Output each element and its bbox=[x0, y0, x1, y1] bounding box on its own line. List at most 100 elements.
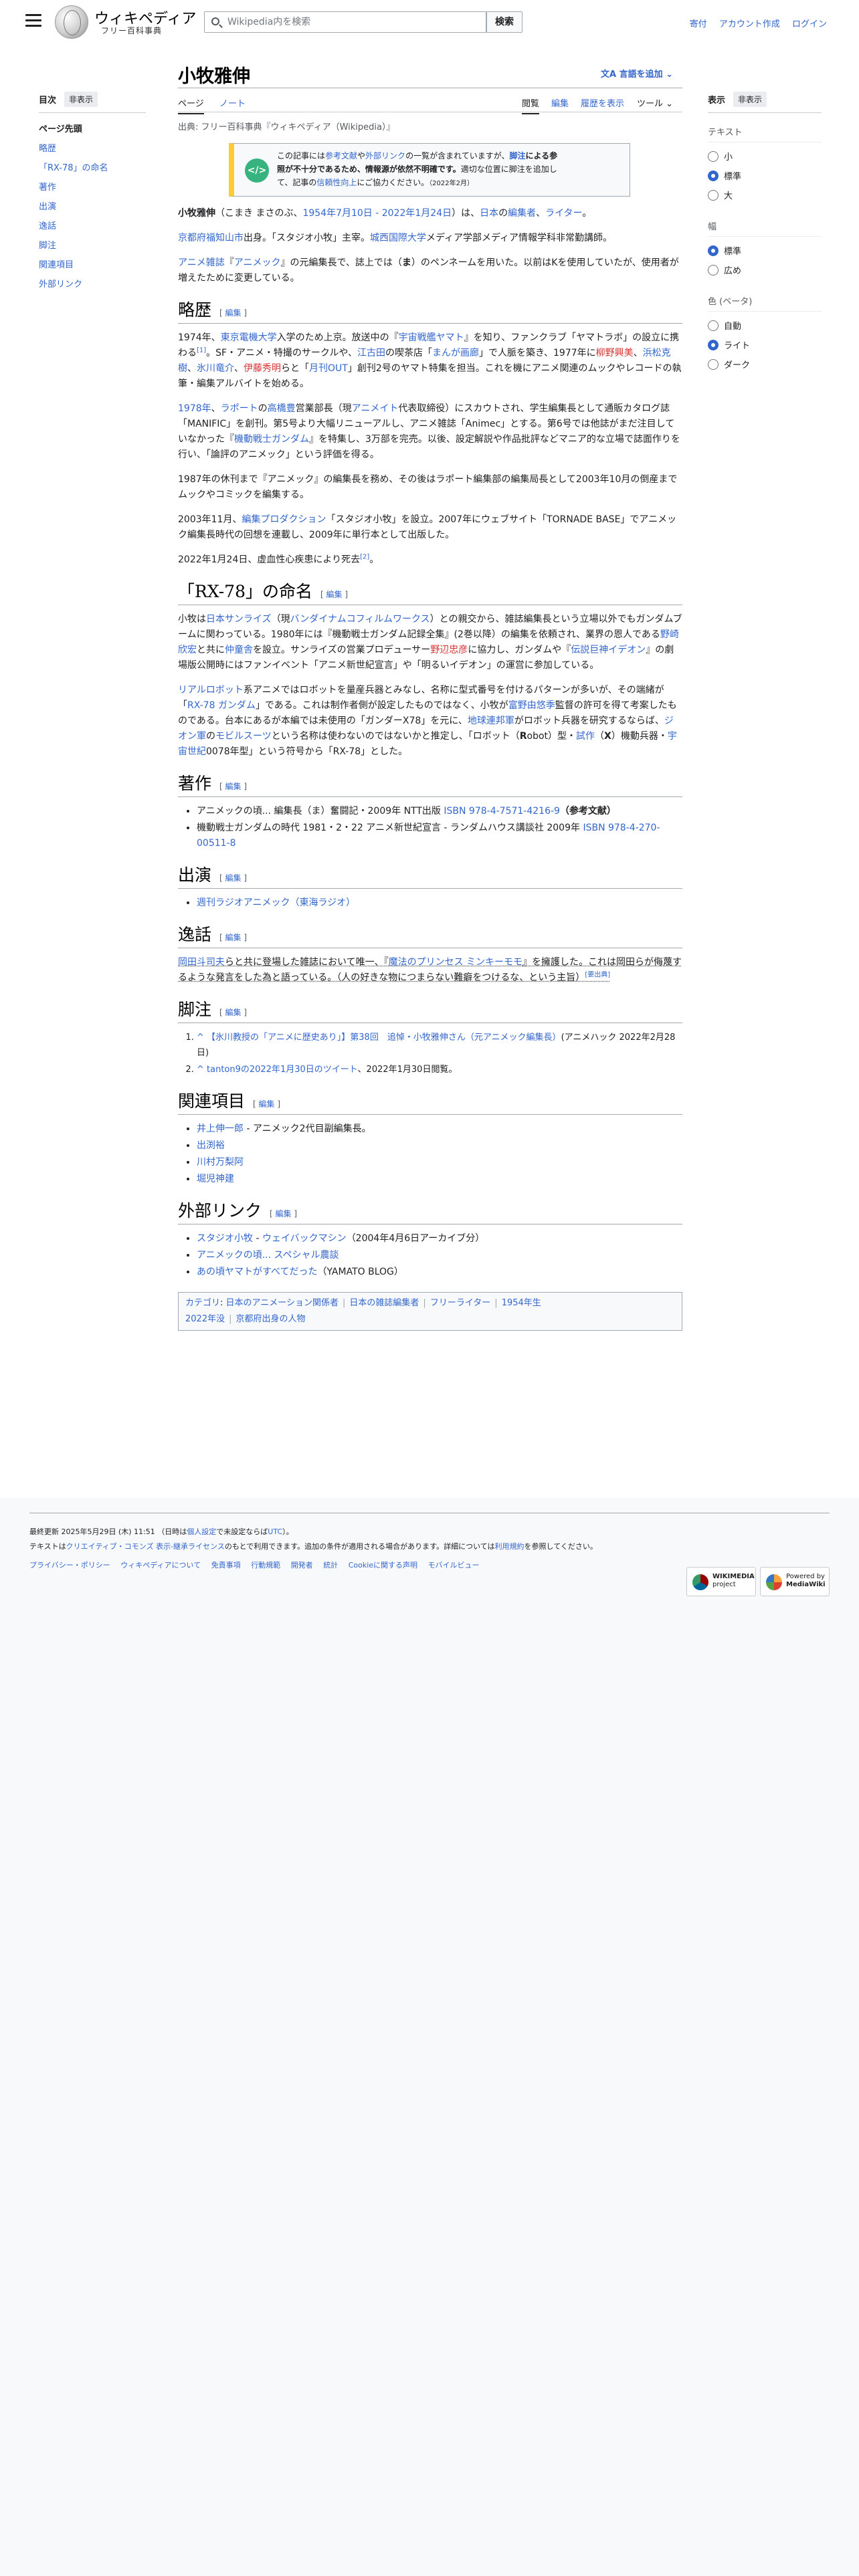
section-heading-notes: 脚注[ 編集 ] bbox=[178, 1001, 682, 1023]
appearances-list: 週刊ラジオアニメック（東海ラジオ） bbox=[197, 895, 682, 911]
toc-header: 目次 非表示 bbox=[39, 92, 146, 113]
footnote-ref-1[interactable]: [1] bbox=[197, 346, 206, 354]
tab-talk[interactable]: ノート bbox=[219, 96, 246, 109]
toc-item-rx78[interactable]: 「RX-78」の命名 bbox=[39, 163, 108, 173]
rx78-paragraph-1: 小牧は日本サンライズ（現バンダイナムコフィルムワークス）との親交から、雑誌編集長… bbox=[178, 614, 682, 671]
footer-links: プライバシー・ポリシー ウィキペディアについて 免責事項 行動規範 開発者 統計… bbox=[29, 1558, 685, 1573]
edit-section-related[interactable]: 編集 bbox=[259, 1099, 275, 1109]
text-size-standard[interactable]: 標準 bbox=[708, 166, 822, 185]
edit-section-external[interactable]: 編集 bbox=[276, 1209, 292, 1218]
list-item: 機動戦士ガンダムの時代 1981・2・22 アニメ新世紀宣言 - ランダムハウス… bbox=[197, 821, 682, 851]
color-dark[interactable]: ダーク bbox=[708, 354, 822, 374]
main-menu-icon[interactable] bbox=[25, 14, 41, 27]
search-box bbox=[204, 11, 486, 33]
wikimedia-icon bbox=[692, 1574, 708, 1590]
history-paragraph-4: 2003年11月、編集プロダクション「スタジオ小牧」を設立。2007年にウェブサ… bbox=[178, 514, 677, 540]
history-paragraph-5: 2022年1月24日、虚血性心疾患により死去[2]。 bbox=[178, 553, 379, 565]
toc-item-appearances[interactable]: 出演 bbox=[39, 202, 56, 212]
section-heading-related: 関連項目[ 編集 ] bbox=[178, 1093, 682, 1115]
color-auto[interactable]: 自動 bbox=[708, 316, 822, 335]
edit-section-notes[interactable]: 編集 bbox=[225, 1008, 242, 1017]
search-input[interactable] bbox=[227, 13, 482, 31]
login-link[interactable]: ログイン bbox=[792, 19, 827, 29]
text-size-small[interactable]: 小 bbox=[708, 146, 822, 166]
category-label[interactable]: カテゴリ bbox=[185, 1298, 220, 1308]
page-title: 小牧雅伸 bbox=[178, 66, 250, 87]
maintenance-notice: </> この記事には参考文献や外部リンクの一覧が含まれていますが、脚注による参照… bbox=[229, 143, 630, 197]
article-body: 小牧雅伸（こまき まさのぶ、1954年7月10日 - 2022年1月24日）は、… bbox=[178, 206, 682, 1331]
section-heading-appearances: 出演[ 編集 ] bbox=[178, 867, 682, 889]
footer-link-disclaimer[interactable]: 免責事項 bbox=[211, 1561, 241, 1570]
width-wide[interactable]: 広め bbox=[708, 260, 822, 280]
notice-link-references[interactable]: 参考文献 bbox=[325, 151, 357, 160]
add-languages-button[interactable]: 文A 言語を追加 ⌄ bbox=[601, 67, 673, 80]
list-item: アニメックの頃... スペシャル農談 bbox=[197, 1248, 682, 1263]
width-standard[interactable]: 標準 bbox=[708, 241, 822, 260]
appearance-title: 表示 bbox=[708, 96, 726, 106]
text-size-large[interactable]: 大 bbox=[708, 185, 822, 205]
edit-section-anecdotes[interactable]: 編集 bbox=[225, 933, 242, 942]
works-list: アニメックの頃... 編集長（ま）奮闘記・2009年 NTT出版 ISBN 97… bbox=[197, 804, 682, 851]
personal-tools: 寄付 アカウント作成 ログイン bbox=[680, 17, 827, 29]
birthplace-paragraph: 京都府福知山市出身。「スタジオ小牧」主宰。城西国際大学メディア学部メディア情報学… bbox=[178, 233, 613, 243]
toc-item-external[interactable]: 外部リンク bbox=[39, 280, 82, 290]
section-heading-anecdotes: 逸話[ 編集 ] bbox=[178, 926, 682, 948]
notice-link-external[interactable]: 外部リンク bbox=[365, 151, 405, 160]
footer-link-developers[interactable]: 開発者 bbox=[291, 1561, 313, 1570]
appearance-header: 表示 非表示 bbox=[708, 92, 822, 113]
section-heading-external: 外部リンク[ 編集 ] bbox=[178, 1202, 682, 1224]
toc-item-related[interactable]: 関連項目 bbox=[39, 260, 74, 270]
tab-tools[interactable]: ツール ⌄ bbox=[637, 96, 673, 109]
toc-hide-button[interactable]: 非表示 bbox=[64, 92, 98, 107]
footer-link-conduct[interactable]: 行動規範 bbox=[251, 1561, 280, 1570]
footer-link-about[interactable]: ウィキペディアについて bbox=[120, 1561, 201, 1570]
edit-section-works[interactable]: 編集 bbox=[225, 782, 242, 791]
edit-section-appearances[interactable]: 編集 bbox=[225, 873, 242, 883]
lead-paragraph: 小牧雅伸（こまき まさのぶ、1954年7月10日 - 2022年1月24日）は、… bbox=[178, 208, 592, 219]
create-account-link[interactable]: アカウント作成 bbox=[719, 19, 780, 29]
footer-link-mobile[interactable]: モバイルビュー bbox=[428, 1561, 480, 1570]
section-heading-works: 著作[ 編集 ] bbox=[178, 775, 682, 797]
wikimedia-badge[interactable]: WIKIMEDIA project bbox=[686, 1567, 756, 1596]
toc-item-notes[interactable]: 脚注 bbox=[39, 241, 56, 251]
rx78-paragraph-2: リアルロボット系アニメではロボットを量産兵器とみなし、名称に型式番号を付けるパタ… bbox=[178, 685, 677, 757]
toc-item-works[interactable]: 著作 bbox=[39, 183, 56, 193]
license-text: テキストはクリエイティブ・コモンズ 表示-継承ライセンスのもとで利用できます。追… bbox=[29, 1542, 597, 1551]
mediawiki-badge[interactable]: Powered by MediaWiki bbox=[760, 1567, 830, 1596]
tab-history[interactable]: 履歴を表示 bbox=[581, 96, 624, 109]
notice-link-footnotes[interactable]: 脚注 bbox=[509, 151, 525, 160]
list-item: 井上伸一郎 - アニメック2代目副編集長。 bbox=[197, 1121, 682, 1137]
footer-link-privacy[interactable]: プライバシー・ポリシー bbox=[29, 1561, 110, 1570]
list-item: 出渕裕 bbox=[197, 1138, 682, 1154]
page-tabs: ページ ノート 閲覧 編集 履歴を表示 ツール ⌄ bbox=[178, 94, 682, 114]
category-box: カテゴリ: 日本のアニメーション関係者 | 日本の雑誌編集者 | フリーライター | 195… bbox=[178, 1292, 682, 1331]
history-paragraph-1: 1974年、東京電機大学入学のため上京。放送中の『宇宙戦艦ヤマト』を知り、ファン… bbox=[178, 332, 682, 389]
footer-link-stats[interactable]: 統計 bbox=[323, 1561, 338, 1570]
appearance-hide-button[interactable]: 非表示 bbox=[733, 92, 767, 107]
width-label: 幅 bbox=[708, 214, 822, 237]
notice-link-reliability[interactable]: 信頼性向上 bbox=[316, 178, 357, 187]
section-heading-history: 略歴[ 編集 ] bbox=[178, 302, 682, 324]
list-item: スタジオ小牧 - ウェイバックマシン（2004年4月6日アーカイブ分） bbox=[197, 1231, 682, 1247]
color-light[interactable]: ライト bbox=[708, 335, 822, 354]
search-button[interactable]: 検索 bbox=[486, 11, 522, 33]
donate-link[interactable]: 寄付 bbox=[690, 19, 707, 29]
edit-section-rx78[interactable]: 編集 bbox=[326, 590, 343, 599]
footnote-ref-2[interactable]: [2] bbox=[360, 553, 369, 560]
source-line: 出典: フリー百科事典『ウィキペディア（Wikipedia）』 bbox=[178, 122, 395, 132]
list-item: アニメックの頃... 編集長（ま）奮闘記・2009年 NTT出版 ISBN 97… bbox=[197, 804, 682, 819]
footer-link-cookies[interactable]: Cookieに関する声明 bbox=[349, 1561, 417, 1570]
edit-section-history[interactable]: 編集 bbox=[225, 308, 242, 318]
reference-item: ^ tanton9の2022年1月30日のツイート、2022年1月30日閲覧。 bbox=[197, 1062, 682, 1077]
tab-edit[interactable]: 編集 bbox=[551, 96, 569, 109]
last-updated: 最終更新 2025年5月29日 (木) 11:51 （日時は個人設定で未設定なら… bbox=[29, 1527, 294, 1536]
citation-needed-tag[interactable]: [要出典] bbox=[585, 971, 610, 978]
toc-item-history[interactable]: 略歴 bbox=[39, 144, 56, 154]
wikipedia-globe-icon[interactable] bbox=[55, 5, 88, 39]
toc-item-top[interactable]: ページ先頭 bbox=[39, 118, 146, 138]
search-icon bbox=[211, 17, 219, 25]
mediawiki-icon bbox=[766, 1574, 782, 1590]
related-list: 井上伸一郎 - アニメック2代目副編集長。 出渕裕 川村万梨阿 堀児神建 bbox=[197, 1121, 682, 1187]
toc-item-anecdotes[interactable]: 逸話 bbox=[39, 221, 56, 231]
anecdote-paragraph: 岡田斗司夫らと共に登場した雑誌において唯一、『魔法のプリンセス ミンキーモモ』を… bbox=[178, 957, 682, 983]
